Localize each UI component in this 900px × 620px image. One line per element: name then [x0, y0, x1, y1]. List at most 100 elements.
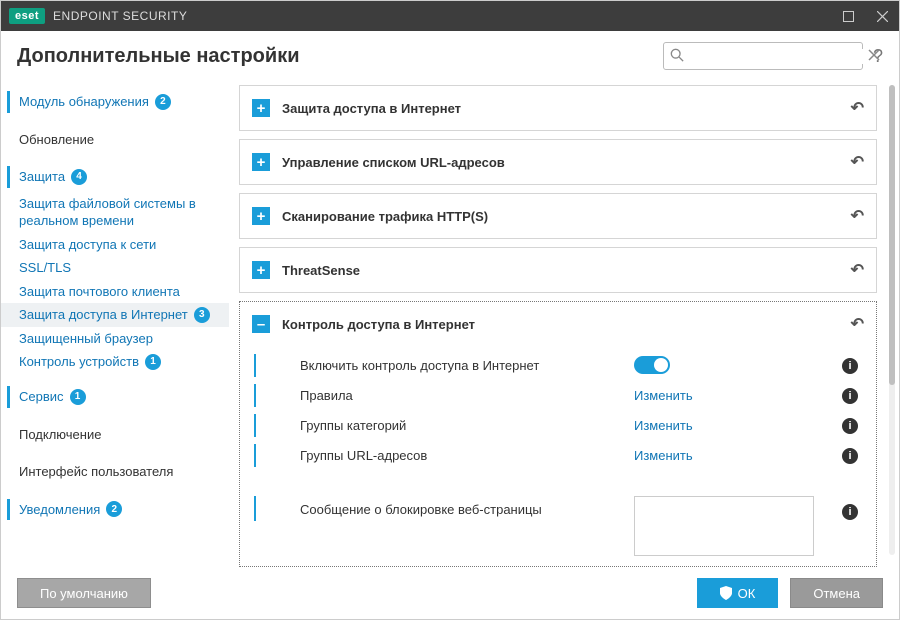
search-input[interactable] [684, 49, 868, 64]
body: Модуль обнаружения 2 Обновление Защита 4… [1, 81, 899, 567]
sidebar-item-label: Контроль устройств [19, 353, 139, 371]
sidebar-item-label: Обновление [19, 131, 94, 149]
accordion-header[interactable]: + Защита доступа в Интернет ↶ [240, 86, 876, 130]
info-icon[interactable]: i [842, 358, 858, 374]
collapse-icon: – [252, 315, 270, 333]
revert-icon[interactable]: ↶ [851, 206, 864, 226]
count-badge: 1 [70, 389, 86, 405]
accordion-header[interactable]: + Сканирование трафика HTTP(S) ↶ [240, 194, 876, 238]
content-area: + Защита доступа в Интернет ↶ + Управлен… [229, 81, 899, 567]
footer: По умолчанию ОК Отмена [1, 567, 899, 619]
sidebar-item-label: Интерфейс пользователя [19, 463, 173, 481]
expand-icon: + [252, 153, 270, 171]
count-badge: 1 [145, 354, 161, 370]
accordion-web-access-protection: + Защита доступа в Интернет ↶ [239, 85, 877, 131]
sidebar-item-network-access[interactable]: Защита доступа к сети [1, 233, 229, 257]
sidebar-item-label: Защита [19, 168, 65, 186]
edit-url-groups-link[interactable]: Изменить [634, 448, 693, 463]
sidebar-item-label: Модуль обнаружения [19, 93, 149, 111]
accordion-url-list-management: + Управление списком URL-адресов ↶ [239, 139, 877, 185]
sidebar-item-ui[interactable]: Интерфейс пользователя [1, 457, 229, 487]
maximize-button[interactable] [831, 1, 865, 31]
sidebar-item-label: Защита файловой системы в реальном време… [19, 195, 217, 230]
sidebar-item-label: Защищенный браузер [19, 330, 153, 348]
sidebar-item-detection-module[interactable]: Модуль обнаружения 2 [1, 87, 229, 117]
expand-icon: + [252, 99, 270, 117]
sidebar-item-device-control[interactable]: Контроль устройств 1 [1, 350, 229, 374]
app-name: ENDPOINT SECURITY [53, 9, 187, 23]
ok-button-label: ОК [738, 586, 756, 601]
sidebar-item-label: Подключение [19, 426, 101, 444]
sidebar-item-service[interactable]: Сервис 1 [1, 382, 229, 412]
sidebar-item-label: Уведомления [19, 501, 100, 519]
toggle-enable-web-control[interactable] [634, 356, 670, 374]
search-area: ? [663, 42, 883, 70]
accordion-title: Сканирование трафика HTTP(S) [282, 209, 839, 224]
titlebar: eset ENDPOINT SECURITY [1, 1, 899, 31]
accordion-header[interactable]: + ThreatSense ↶ [240, 248, 876, 292]
scrollbar-track[interactable] [889, 85, 895, 555]
revert-icon[interactable]: ↶ [851, 152, 864, 172]
setting-block-message: Сообщение о блокировке веб-страницы i [240, 494, 876, 558]
sidebar-item-update[interactable]: Обновление [1, 125, 229, 155]
header: Дополнительные настройки ? [1, 31, 899, 81]
app-window: eset ENDPOINT SECURITY Дополнительные на… [0, 0, 900, 620]
info-icon[interactable]: i [842, 504, 858, 520]
scrollbar-thumb[interactable] [889, 85, 895, 385]
accordion-body: Включить контроль доступа в Интернет i П… [240, 346, 876, 566]
sidebar-item-ssl-tls[interactable]: SSL/TLS [1, 256, 229, 280]
sidebar-item-label: SSL/TLS [19, 259, 71, 277]
window-controls [831, 1, 899, 31]
sidebar-item-protection[interactable]: Защита 4 [1, 162, 229, 192]
setting-label: Включить контроль доступа в Интернет [254, 354, 634, 377]
edit-rules-link[interactable]: Изменить [634, 388, 693, 403]
setting-label: Группы категорий [254, 414, 634, 437]
count-badge: 3 [194, 307, 210, 323]
sidebar-item-web-access[interactable]: Защита доступа в Интернет 3 [1, 303, 229, 327]
block-message-textarea[interactable] [634, 496, 814, 556]
revert-icon[interactable]: ↶ [851, 98, 864, 118]
sidebar-item-label: Защита доступа к сети [19, 236, 156, 254]
expand-icon: + [252, 207, 270, 225]
setting-url-groups: Группы URL-адресов Изменить i [240, 440, 876, 470]
sidebar-item-label: Сервис [19, 388, 64, 406]
setting-label: Правила [254, 384, 634, 407]
sidebar-item-mail-client[interactable]: Защита почтового клиента [1, 280, 229, 304]
info-icon[interactable]: i [842, 448, 858, 464]
page-title: Дополнительные настройки [17, 45, 300, 68]
accordion-header[interactable]: + Управление списком URL-адресов ↶ [240, 140, 876, 184]
setting-label: Сообщение о блокировке веб-страницы [254, 496, 634, 521]
accordion-title: Контроль доступа в Интернет [282, 317, 839, 332]
revert-icon[interactable]: ↶ [851, 260, 864, 280]
cancel-button[interactable]: Отмена [790, 578, 883, 608]
info-icon[interactable]: i [842, 388, 858, 404]
accordion-threatsense: + ThreatSense ↶ [239, 247, 877, 293]
ok-button[interactable]: ОК [697, 578, 779, 608]
sidebar: Модуль обнаружения 2 Обновление Защита 4… [1, 81, 229, 567]
count-badge: 2 [106, 501, 122, 517]
sidebar-item-secure-browser[interactable]: Защищенный браузер [1, 327, 229, 351]
expand-icon: + [252, 261, 270, 279]
revert-icon[interactable]: ↶ [851, 314, 864, 334]
accordion-http-scan: + Сканирование трафика HTTP(S) ↶ [239, 193, 877, 239]
count-badge: 2 [155, 94, 171, 110]
search-icon [670, 48, 684, 65]
accordion-title: ThreatSense [282, 263, 839, 278]
sidebar-item-realtime-fs[interactable]: Защита файловой системы в реальном време… [1, 192, 229, 233]
setting-category-groups: Группы категорий Изменить i [240, 410, 876, 440]
clear-search-icon[interactable] [868, 48, 880, 64]
accordion-title: Защита доступа в Интернет [282, 101, 839, 116]
default-button[interactable]: По умолчанию [17, 578, 151, 608]
accordion-header[interactable]: – Контроль доступа в Интернет ↶ [240, 302, 876, 346]
sidebar-item-notifications[interactable]: Уведомления 2 [1, 495, 229, 525]
brand-logo: eset [9, 8, 45, 24]
accordion-title: Управление списком URL-адресов [282, 155, 839, 170]
edit-category-groups-link[interactable]: Изменить [634, 418, 693, 433]
close-button[interactable] [865, 1, 899, 31]
sidebar-item-connection[interactable]: Подключение [1, 420, 229, 450]
search-box[interactable] [663, 42, 863, 70]
sidebar-item-label: Защита доступа в Интернет [19, 306, 188, 324]
sidebar-item-label: Защита почтового клиента [19, 283, 180, 301]
setting-enable-web-control: Включить контроль доступа в Интернет i [240, 350, 876, 380]
info-icon[interactable]: i [842, 418, 858, 434]
